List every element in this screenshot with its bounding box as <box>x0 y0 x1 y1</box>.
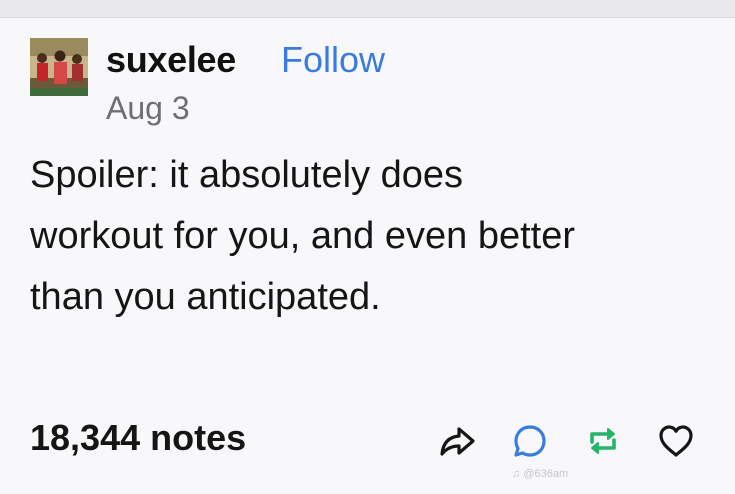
post-actions <box>0 421 735 461</box>
post-body: Spoiler: it absolutely does workout for … <box>30 145 710 328</box>
username[interactable]: suxelee <box>106 38 236 82</box>
follow-button[interactable]: Follow <box>281 38 385 82</box>
reply-button[interactable] <box>510 421 550 461</box>
avatar[interactable] <box>30 38 88 96</box>
tiktok-icon: ♫ <box>512 468 521 480</box>
top-strip <box>0 0 735 18</box>
like-icon <box>659 425 693 457</box>
reblog-icon <box>590 428 616 454</box>
share-button[interactable] <box>437 421 477 461</box>
post-date: Aug 3 <box>106 90 190 126</box>
tumblr-post: suxelee Follow Aug 3 Spoiler: it absolut… <box>0 18 735 494</box>
share-icon <box>440 427 475 456</box>
reblog-button[interactable] <box>583 421 623 461</box>
watermark: ♫ @636am <box>512 468 568 480</box>
reply-icon <box>514 425 546 457</box>
post-body-line: workout for you, and even better <box>30 215 575 257</box>
post-body-line: than you anticipated. <box>30 276 381 318</box>
post-body-line: Spoiler: it absolutely does <box>30 154 464 196</box>
watermark-handle: @636am <box>523 468 569 480</box>
like-button[interactable] <box>656 421 696 461</box>
